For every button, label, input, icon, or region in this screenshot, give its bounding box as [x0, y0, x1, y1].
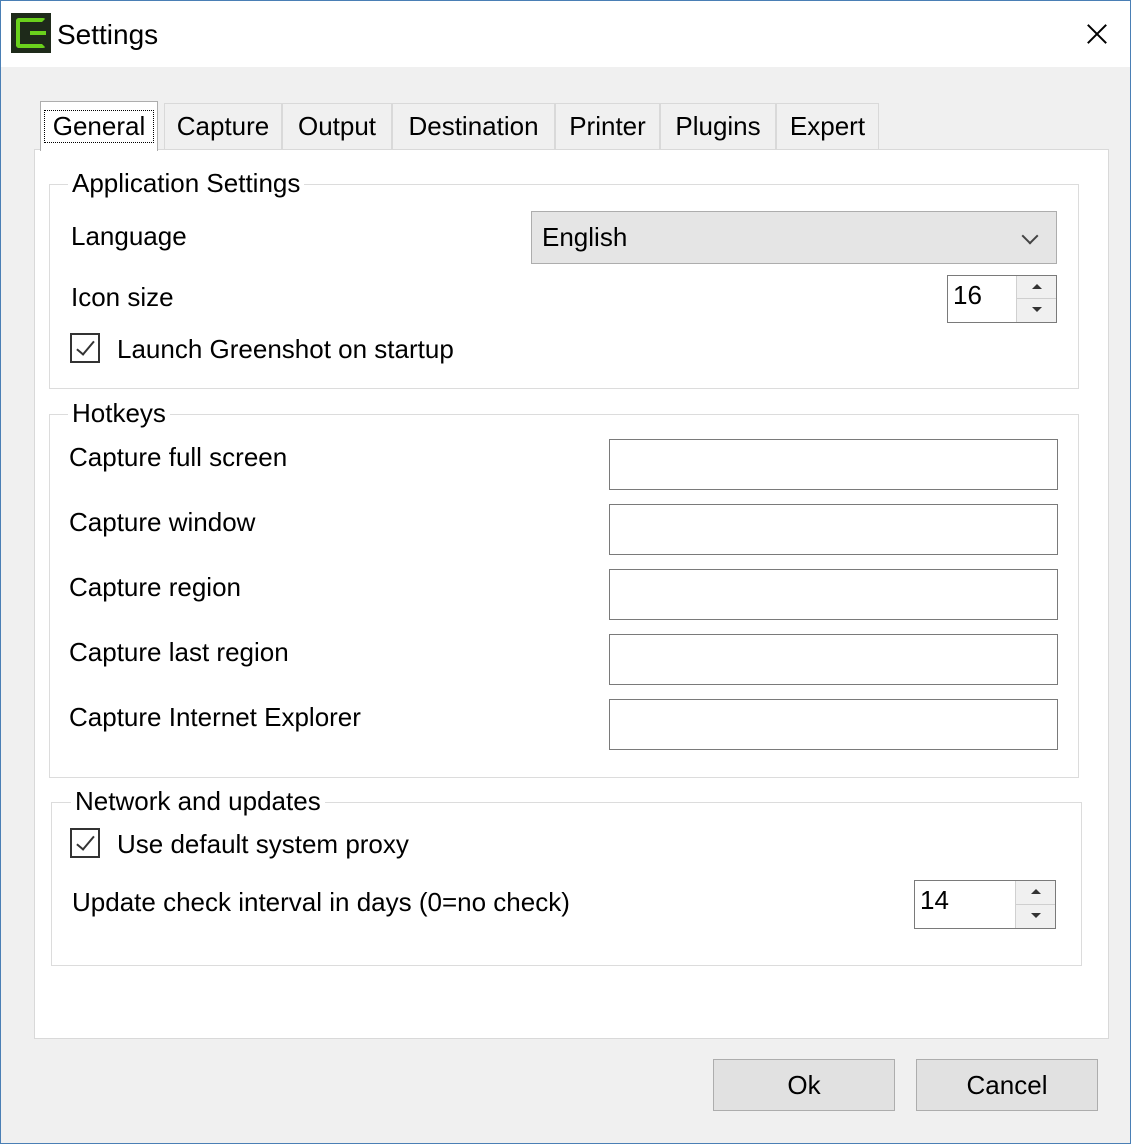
increment-arrow-icon[interactable]: [1017, 276, 1056, 299]
greenshot-app-icon: [11, 13, 51, 53]
hotkey-label-full-screen: Capture full screen: [69, 442, 288, 472]
ok-button[interactable]: Ok: [713, 1059, 895, 1111]
launch-on-startup-checkbox[interactable]: [70, 333, 100, 363]
launch-on-startup-label: Launch Greenshot on startup: [117, 334, 454, 364]
icon-size-stepper[interactable]: 16: [947, 275, 1057, 323]
increment-arrow-icon[interactable]: [1016, 881, 1055, 905]
default-proxy-checkbox[interactable]: [70, 828, 100, 858]
hotkey-input-internet-explorer[interactable]: [609, 699, 1058, 750]
decrement-arrow-icon[interactable]: [1016, 904, 1055, 928]
hotkeys-group: Hotkeys Capture full screen Capture wind…: [49, 397, 1079, 778]
decrement-arrow-icon[interactable]: [1017, 299, 1056, 322]
hotkey-input-full-screen[interactable]: [609, 439, 1058, 490]
icon-size-label: Icon size: [71, 282, 174, 312]
update-interval-value: 14: [920, 885, 949, 915]
title-bar: Settings: [1, 1, 1130, 67]
settings-window: Settings General Capture Output Destinat…: [0, 0, 1131, 1144]
hotkeys-title: Hotkeys: [68, 397, 170, 429]
network-updates-title: Network and updates: [71, 785, 325, 817]
update-interval-label: Update check interval in days (0=no chec…: [72, 887, 570, 917]
general-tab-panel: Application Settings Language English Ic…: [34, 149, 1109, 1039]
tab-printer[interactable]: Printer: [555, 103, 660, 149]
language-value: English: [542, 222, 628, 252]
tab-plugins[interactable]: Plugins: [660, 103, 776, 149]
hotkey-label-internet-explorer: Capture Internet Explorer: [69, 702, 361, 732]
chevron-down-icon: [1021, 227, 1039, 245]
application-settings-group: Application Settings Language English Ic…: [49, 167, 1079, 389]
update-interval-stepper[interactable]: 14: [914, 880, 1056, 929]
close-icon[interactable]: [1060, 1, 1130, 67]
hotkey-label-region: Capture region: [69, 572, 241, 602]
hotkey-label-window: Capture window: [69, 507, 256, 537]
icon-size-value: 16: [953, 280, 982, 310]
language-label: Language: [71, 221, 187, 251]
hotkey-input-region[interactable]: [609, 569, 1058, 620]
hotkey-input-last-region[interactable]: [609, 634, 1058, 685]
default-proxy-label: Use default system proxy: [117, 829, 409, 859]
tab-output[interactable]: Output: [282, 103, 392, 149]
window-title: Settings: [57, 19, 159, 50]
network-updates-group: Network and updates Use default system p…: [51, 785, 1082, 966]
tab-expert[interactable]: Expert: [776, 103, 879, 149]
language-select[interactable]: English: [531, 211, 1057, 264]
tab-general[interactable]: General: [40, 101, 158, 151]
hotkey-input-window[interactable]: [609, 504, 1058, 555]
tab-capture[interactable]: Capture: [164, 103, 282, 149]
application-settings-title: Application Settings: [68, 167, 305, 199]
tab-destination[interactable]: Destination: [392, 103, 555, 149]
cancel-button[interactable]: Cancel: [916, 1059, 1098, 1111]
hotkey-label-last-region: Capture last region: [69, 637, 289, 667]
